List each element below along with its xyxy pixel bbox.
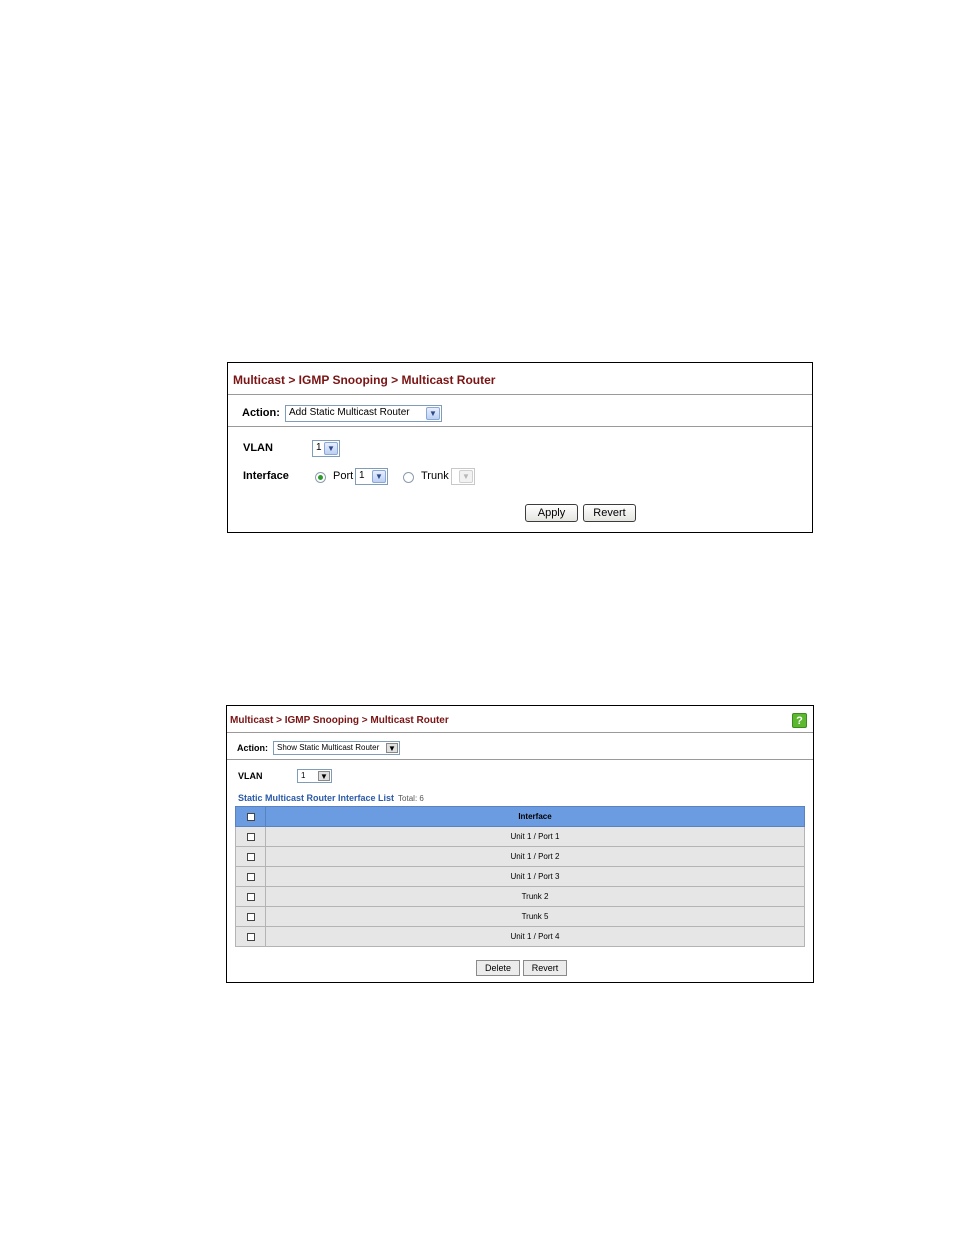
table-header-row: Interface xyxy=(235,806,805,827)
interface-label: Interface xyxy=(243,470,289,482)
list-title: Static Multicast Router Interface List To… xyxy=(238,793,424,803)
vlan-label: VLAN xyxy=(243,442,273,454)
action-divider xyxy=(228,426,812,427)
page-title: Multicast > IGMP Snooping > Multicast Ro… xyxy=(230,715,449,726)
vlan-select[interactable]: 1 ▼ xyxy=(312,440,340,457)
title-divider xyxy=(228,394,812,395)
show-static-router-panel: Multicast > IGMP Snooping > Multicast Ro… xyxy=(226,705,814,983)
interface-cell: Unit 1 / Port 3 xyxy=(265,866,805,887)
interface-cell: Trunk 5 xyxy=(265,906,805,927)
trunk-select[interactable]: ▼ xyxy=(451,468,475,485)
interface-cell: Unit 1 / Port 1 xyxy=(265,826,805,847)
trunk-label: Trunk xyxy=(421,470,449,482)
action-label: Action: xyxy=(242,407,280,419)
select-all-cell xyxy=(235,806,266,827)
interface-cell: Unit 1 / Port 2 xyxy=(265,846,805,867)
action-select[interactable]: Show Static Multicast Router ▼ xyxy=(273,741,400,755)
revert-button[interactable]: Revert xyxy=(583,504,636,522)
action-select-value: Add Static Multicast Router xyxy=(289,407,410,418)
row-checkbox[interactable] xyxy=(246,832,255,841)
revert-button[interactable]: Revert xyxy=(523,960,567,976)
table-row: Unit 1 / Port 3 xyxy=(235,866,805,887)
interface-column-header: Interface xyxy=(265,806,805,827)
row-checkbox[interactable] xyxy=(246,892,255,901)
delete-button[interactable]: Delete xyxy=(476,960,520,976)
title-divider xyxy=(227,732,813,733)
chevron-down-icon: ▼ xyxy=(324,442,338,455)
chevron-down-icon: ▼ xyxy=(459,470,473,483)
help-icon[interactable]: ? xyxy=(792,713,807,728)
port-radio[interactable] xyxy=(315,472,326,483)
vlan-select[interactable]: 1 ▼ xyxy=(297,769,332,783)
port-select[interactable]: 1 ▼ xyxy=(355,468,388,485)
row-checkbox[interactable] xyxy=(246,872,255,881)
action-divider xyxy=(227,759,813,760)
interface-cell: Trunk 2 xyxy=(265,886,805,907)
chevron-down-icon: ▼ xyxy=(318,771,330,781)
table-row: Unit 1 / Port 2 xyxy=(235,846,805,867)
row-checkbox[interactable] xyxy=(246,852,255,861)
vlan-select-value: 1 xyxy=(316,442,322,453)
list-title-text: Static Multicast Router Interface List xyxy=(238,793,395,803)
port-label: Port xyxy=(333,470,354,482)
action-label: Action: xyxy=(237,743,268,753)
interface-table: Interface Unit 1 / Port 1 Unit 1 / Port … xyxy=(235,806,805,947)
table-row: Unit 1 / Port 4 xyxy=(235,926,805,947)
table-row: Trunk 5 xyxy=(235,906,805,927)
action-select-value: Show Static Multicast Router xyxy=(277,743,380,752)
chevron-down-icon: ▼ xyxy=(426,407,440,420)
row-checkbox[interactable] xyxy=(246,932,255,941)
table-row: Unit 1 / Port 1 xyxy=(235,826,805,847)
page-title: Multicast > IGMP Snooping > Multicast Ro… xyxy=(233,373,496,387)
trunk-radio[interactable] xyxy=(403,472,414,483)
interface-cell: Unit 1 / Port 4 xyxy=(265,926,805,947)
chevron-down-icon: ▼ xyxy=(386,743,398,753)
apply-button[interactable]: Apply xyxy=(525,504,578,522)
port-select-value: 1 xyxy=(359,470,365,481)
row-checkbox[interactable] xyxy=(246,912,255,921)
list-total: Total: 6 xyxy=(398,794,424,803)
vlan-select-value: 1 xyxy=(301,771,306,780)
add-static-router-panel: Multicast > IGMP Snooping > Multicast Ro… xyxy=(227,362,813,533)
action-select[interactable]: Add Static Multicast Router ▼ xyxy=(285,405,442,422)
table-row: Trunk 2 xyxy=(235,886,805,907)
select-all-checkbox[interactable] xyxy=(246,812,255,821)
vlan-label: VLAN xyxy=(238,771,263,781)
chevron-down-icon: ▼ xyxy=(372,470,386,483)
